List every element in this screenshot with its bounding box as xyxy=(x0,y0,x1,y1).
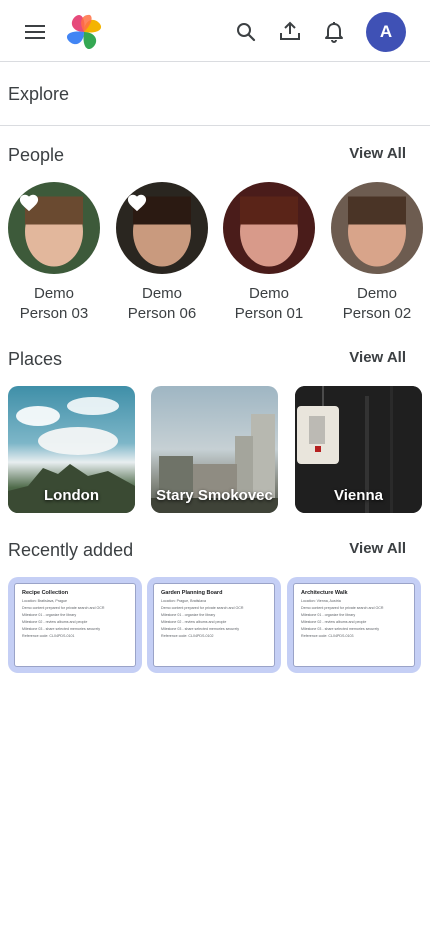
person-card[interactable]: Demo Person 06 xyxy=(115,182,209,324)
document-thumbnail: Garden Planning Board Location: Prague, … xyxy=(153,583,275,667)
search-icon[interactable] xyxy=(232,18,260,46)
place-card-london[interactable]: London xyxy=(8,386,135,513)
place-label: Stary Smokovec xyxy=(156,487,273,504)
person-name: Demo Person 02 xyxy=(342,285,412,322)
avatar[interactable]: A xyxy=(366,12,406,52)
people-view-all-link[interactable]: View All xyxy=(349,145,406,162)
place-label: Vienna xyxy=(334,487,383,504)
person-name: Demo Person 01 xyxy=(234,285,304,322)
pinwheel-logo-icon xyxy=(64,12,104,52)
people-section-title: People xyxy=(8,145,65,165)
document-thumbnail: Recipe Collection Location: Bratislava, … xyxy=(14,583,136,667)
person-name: Demo Person 03 xyxy=(19,285,89,322)
menu-icon[interactable] xyxy=(22,18,50,46)
recent-item[interactable]: Architecture Walk Location: Vienna, Aust… xyxy=(287,577,421,673)
recent-section-title: Recently added xyxy=(8,540,134,560)
places-view-all-link[interactable]: View All xyxy=(349,349,406,366)
favorite-heart-icon xyxy=(19,194,39,212)
upload-icon[interactable] xyxy=(276,17,304,45)
person-card[interactable]: Demo Person 02 xyxy=(330,182,424,324)
recent-item[interactable]: Recipe Collection Location: Bratislava, … xyxy=(8,577,142,673)
bell-icon[interactable] xyxy=(320,18,348,46)
place-label: London xyxy=(44,487,99,504)
favorite-heart-icon xyxy=(127,194,147,212)
person-card[interactable]: Demo Person 03 xyxy=(7,182,101,324)
place-card-stary-smokovec[interactable]: Stary Smokovec xyxy=(151,386,278,513)
recent-view-all-link[interactable]: View All xyxy=(349,540,406,557)
person-photo xyxy=(8,182,100,274)
person-photo xyxy=(116,182,208,274)
top-app-bar: A xyxy=(0,0,430,62)
person-card[interactable]: Demo Person 01 xyxy=(222,182,316,324)
person-photo xyxy=(331,182,423,274)
person-name: Demo Person 06 xyxy=(127,285,197,322)
document-thumbnail: Architecture Walk Location: Vienna, Aust… xyxy=(293,583,415,667)
explore-bar: Explore xyxy=(0,62,430,126)
places-section-title: Places xyxy=(8,349,63,369)
person-photo xyxy=(223,182,315,274)
place-card-vienna[interactable]: Vienna xyxy=(295,386,422,513)
page-title: Explore xyxy=(8,84,70,104)
recent-item[interactable]: Garden Planning Board Location: Prague, … xyxy=(147,577,281,673)
